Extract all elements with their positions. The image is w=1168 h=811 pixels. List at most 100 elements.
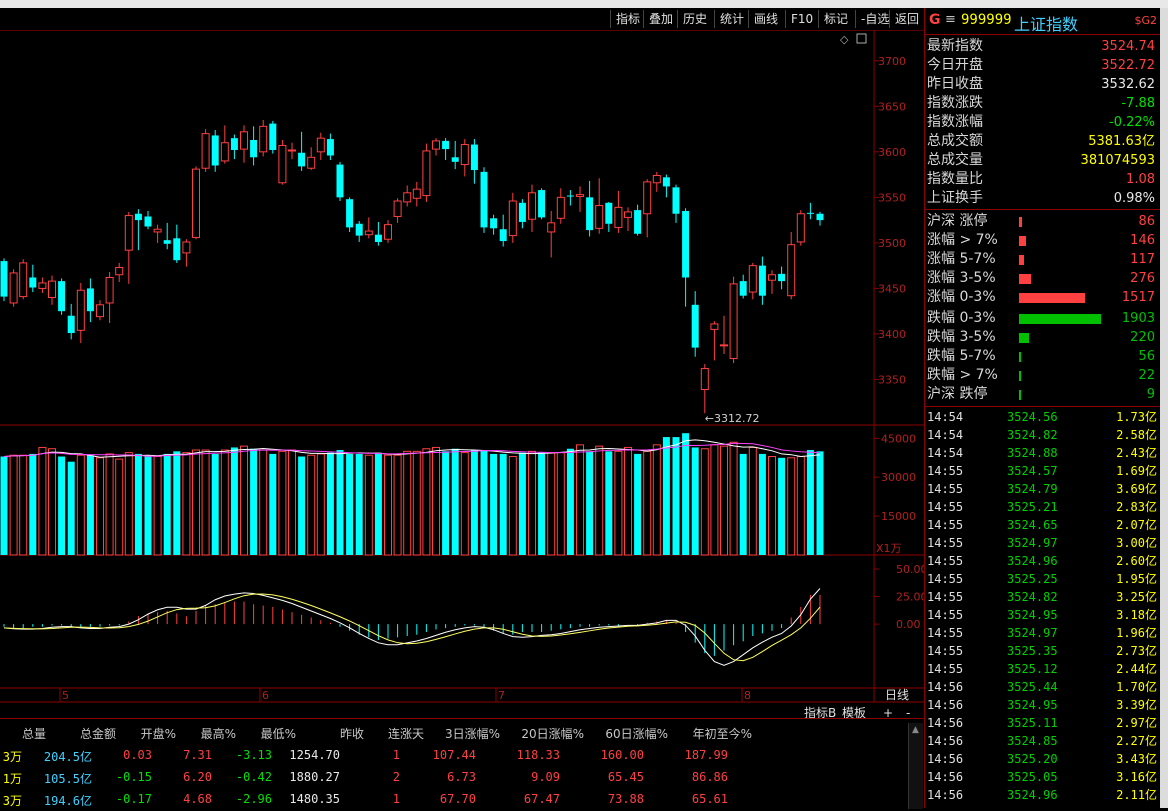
zoom-out-button[interactable]: -: [906, 706, 910, 720]
table-row[interactable]: 763.3万 194.6亿 -0.17 4.68 -2.96 1480.35 1 67.70 6…: [0, 791, 900, 811]
quote-value: 3524.74: [1101, 39, 1155, 54]
volume-bar-down: [211, 453, 219, 555]
table-header-cell[interactable]: 连涨天: [388, 725, 424, 742]
table-header-cell[interactable]: 总量: [22, 725, 46, 742]
volume-bar-down: [134, 453, 142, 555]
candle-body-up: [787, 244, 796, 297]
volume-bar-up: [710, 444, 719, 556]
tick-volume: 3.25亿: [1116, 590, 1157, 604]
tick-price: 3525.44: [1007, 680, 1058, 694]
volume-bar-down: [538, 452, 546, 555]
breadth-row: 沪深 跌停 9: [927, 385, 1157, 404]
tick-price: 3524.95: [1007, 608, 1058, 622]
breadth-bar: [1019, 352, 1021, 362]
table-cell: 67.70: [439, 792, 476, 806]
table-cell: 105.5亿: [43, 772, 92, 786]
volume-bar-up: [412, 450, 421, 556]
zoom-in-button[interactable]: +: [883, 706, 893, 720]
tick-price: 3524.96: [1007, 554, 1058, 568]
volume-bar-up: [76, 454, 85, 556]
period-label[interactable]: 日线: [885, 688, 909, 702]
toolbar-button-4[interactable]: 画线: [748, 10, 783, 28]
volume-bar-down: [442, 451, 450, 555]
breadth-label: 沪深 涨停: [927, 213, 988, 229]
candle-body-down: [230, 138, 238, 151]
volume-bar-up: [288, 449, 296, 556]
volume-bar-down: [355, 453, 363, 555]
table-header-cell[interactable]: 60日涨幅%: [605, 725, 668, 742]
volume-bar-up: [624, 446, 632, 556]
candle-body-down: [134, 213, 142, 221]
table-header-cell[interactable]: 最高%: [201, 725, 236, 742]
kline-chart-svg[interactable]: 3700 3650 3600 3550 3500 3450 3400 3350 ◇ ←3312.7…: [0, 30, 928, 720]
breadth-bar: [1019, 255, 1024, 265]
indicator-tab[interactable]: 指标B: [804, 705, 836, 720]
date-tick-label: 6: [262, 689, 269, 702]
tick-row: 14:55 3525.35 2.73亿: [927, 642, 1157, 660]
kline-chart-area[interactable]: 3700 3650 3600 3550 3500 3450 3400 3350 ◇ ←3312.7…: [0, 30, 928, 720]
toolbar-button-2[interactable]: 历史: [677, 10, 712, 28]
candle-body-up: [384, 224, 392, 240]
volume-bar-down: [816, 451, 824, 555]
volume-bar-down: [605, 451, 613, 555]
tick-price: 3524.85: [1007, 734, 1058, 748]
breadth-label: 跌幅 0-3%: [927, 310, 996, 326]
tick-time: 14:56: [927, 734, 964, 748]
quote-label: 指数量比: [927, 171, 983, 187]
volume-bar-up: [787, 457, 796, 556]
table-scrollbar[interactable]: ▲: [908, 723, 923, 809]
toolbar-button-0[interactable]: 指标: [610, 10, 645, 28]
candle-body-up: [768, 274, 776, 281]
candle-body-up: [38, 282, 47, 289]
tick-time: 14:55: [927, 572, 964, 586]
breadth-row: 跌幅 > 7% 22: [927, 366, 1157, 385]
table-cell: 9.09: [531, 770, 560, 784]
table-header-cell[interactable]: 3日涨幅%: [445, 725, 500, 742]
volume-bar-up: [576, 444, 584, 556]
tick-row: 14:56 3524.96 2.11亿: [927, 786, 1157, 804]
volume-bar-up: [105, 453, 114, 556]
quote-label: 总成交额: [927, 133, 983, 149]
toolbar-button-6[interactable]: 标记: [818, 10, 853, 28]
table-row[interactable]: 396.1万 105.5亿 -0.15 6.20 -0.42 1880.27 2 6.73 9.…: [0, 769, 900, 789]
tick-price: 3525.21: [1007, 500, 1058, 514]
candle-body-up: [576, 194, 584, 197]
table-cell: 204.5亿: [43, 750, 92, 764]
tick-price: 3524.56: [1007, 410, 1058, 424]
volume-bar-down: [672, 437, 680, 555]
scroll-up-icon[interactable]: ▲: [912, 725, 919, 735]
table-header-cell[interactable]: 最低%: [261, 725, 296, 742]
breadth-row: 涨幅 > 7% 146: [927, 231, 1157, 250]
toolbar-button-1[interactable]: 叠加: [643, 10, 678, 28]
table-cell: 73.88: [607, 792, 644, 806]
table-header-cell[interactable]: 昨收: [340, 725, 364, 742]
tick-row: 14:55 3524.97 3.00亿: [927, 534, 1157, 552]
toolbar-button-8[interactable]: 返回: [889, 10, 924, 28]
price-tick-label: 3700: [878, 55, 906, 68]
volume-bar-up: [96, 457, 104, 556]
candle-body-up: [556, 196, 565, 219]
table-cell: -0.15: [115, 770, 152, 784]
toolbar-button-5[interactable]: F10: [785, 10, 818, 28]
table-row[interactable]: 333.3万 204.5亿 0.03 7.31 -3.13 1254.70 1 107.44 1…: [0, 747, 900, 767]
toolbar-button-3[interactable]: 统计: [714, 10, 749, 28]
table-header-cell[interactable]: 总金额: [80, 725, 116, 742]
candle-body-down: [336, 164, 344, 198]
table-header-cell[interactable]: 开盘%: [141, 725, 176, 742]
quote-value: 5381.63亿: [1088, 134, 1155, 149]
menu-icon[interactable]: ≡: [945, 12, 956, 27]
table-header-cell[interactable]: 20日涨幅%: [521, 725, 584, 742]
template-tab[interactable]: 模板: [842, 706, 866, 720]
tick-price: 3524.97: [1007, 626, 1058, 640]
volume-bar-up: [729, 441, 738, 556]
breadth-value: 1903: [1121, 311, 1155, 326]
tick-volume: 2.44亿: [1116, 662, 1157, 676]
candle-body-up: [124, 215, 133, 251]
tick-time: 14:55: [927, 608, 964, 622]
tick-volume: 2.11亿: [1116, 788, 1157, 802]
table-header-cell[interactable]: 年初至今%: [693, 725, 752, 742]
tick-row: 14:56 3524.95 3.39亿: [927, 696, 1157, 714]
stock-table[interactable]: 总量 总金额 开盘% 最高% 最低% 昨收 连涨天 3日涨幅% 20日涨幅% 60日涨幅% 年初至今…: [0, 718, 924, 809]
candle-body-down: [0, 261, 8, 297]
table-cell: 7.31: [183, 748, 212, 762]
